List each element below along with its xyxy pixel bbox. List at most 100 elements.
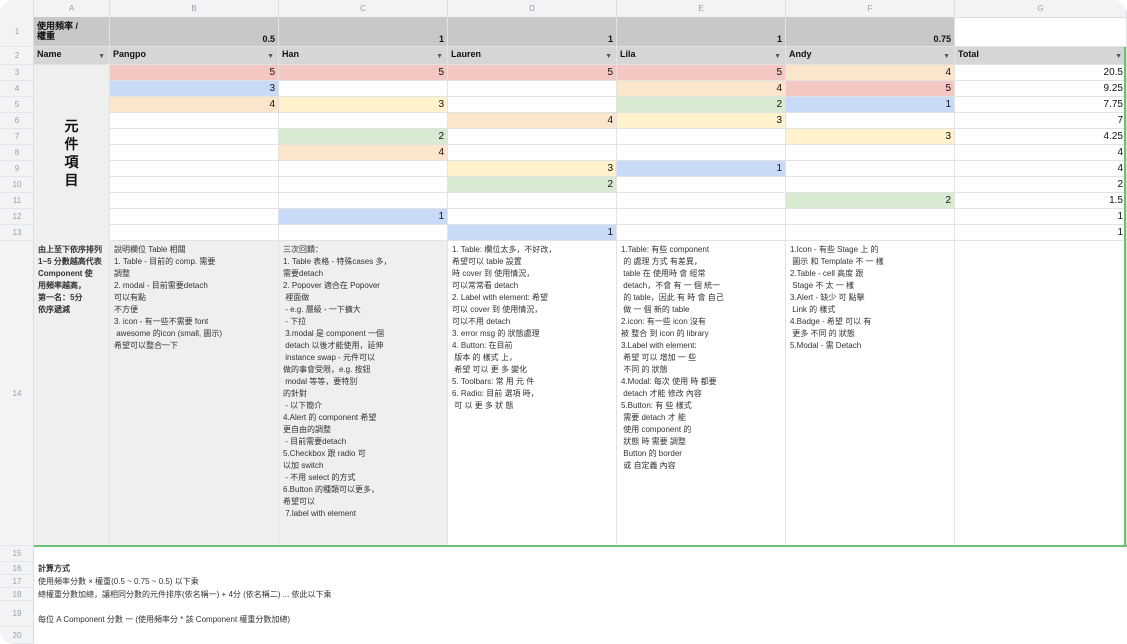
score-cell[interactable]: [110, 129, 279, 145]
row-number[interactable]: 19: [0, 601, 34, 627]
filter-dropdown-icon[interactable]: ▼: [1115, 50, 1122, 64]
row-number[interactable]: 5: [0, 97, 34, 113]
name-header-cell[interactable]: Name ▼: [34, 47, 110, 65]
column-header-b[interactable]: B: [110, 0, 279, 17]
score-cell[interactable]: [279, 193, 448, 209]
score-cell[interactable]: 2: [617, 97, 786, 113]
score-cell[interactable]: [448, 145, 617, 161]
name-header-cell[interactable]: Andy ▼: [786, 47, 955, 65]
footer-line-2[interactable]: 使用頻率分數 × 權重(0.5 ~ 0.75 ~ 0.5) 以下乘: [38, 576, 199, 587]
score-cell[interactable]: [617, 209, 786, 225]
weight-lila[interactable]: 1: [617, 17, 786, 47]
score-cell[interactable]: 3: [110, 81, 279, 97]
score-cell[interactable]: 3: [448, 161, 617, 177]
footer-line-3[interactable]: 總權重分數加總，讓相同分數的元件排序(依名稱一) + 4分 (依名稱二) ...…: [38, 589, 332, 600]
score-cell[interactable]: [448, 97, 617, 113]
filter-dropdown-icon[interactable]: ▼: [943, 50, 950, 64]
column-header-c[interactable]: C: [279, 0, 448, 17]
score-cell[interactable]: 3: [786, 129, 955, 145]
score-cell[interactable]: 5: [448, 65, 617, 81]
total-cell[interactable]: 1: [955, 209, 1127, 225]
score-cell[interactable]: [279, 161, 448, 177]
column-header-f[interactable]: F: [786, 0, 955, 17]
column-header-e[interactable]: E: [617, 0, 786, 17]
score-cell[interactable]: [786, 225, 955, 241]
weight-pangpo[interactable]: 0.5: [110, 17, 279, 47]
total-cell[interactable]: 1: [955, 225, 1127, 241]
filter-dropdown-icon[interactable]: ▼: [267, 50, 274, 64]
select-all-corner[interactable]: [0, 0, 34, 17]
weight-lauren[interactable]: 1: [448, 17, 617, 47]
row-number[interactable]: 3: [0, 65, 34, 81]
score-cell[interactable]: 2: [448, 177, 617, 193]
score-cell[interactable]: [617, 193, 786, 209]
total-cell[interactable]: 7.75: [955, 97, 1127, 113]
footer-line-4[interactable]: 每位 A Component 分數 一 (使用頻率分 * 該 Component…: [38, 614, 290, 625]
category-label[interactable]: 元 件 項 目: [34, 65, 110, 241]
score-cell[interactable]: 1: [448, 225, 617, 241]
score-cell[interactable]: [448, 81, 617, 97]
row-number[interactable]: 18: [0, 588, 34, 601]
row-number[interactable]: 20: [0, 627, 34, 644]
score-cell[interactable]: [786, 161, 955, 177]
filter-dropdown-icon[interactable]: ▼: [436, 50, 443, 64]
score-cell[interactable]: [617, 177, 786, 193]
row-number[interactable]: 13: [0, 225, 34, 241]
score-cell[interactable]: [110, 113, 279, 129]
filter-dropdown-icon[interactable]: ▼: [98, 50, 105, 64]
score-cell[interactable]: [617, 145, 786, 161]
row-number[interactable]: 16: [0, 562, 34, 575]
notes-lauren[interactable]: 1. Table: 欄位太多，不好改， 希望可以 table 設置 時 cove…: [448, 241, 617, 546]
score-cell[interactable]: 1: [786, 97, 955, 113]
total-cell[interactable]: 4: [955, 145, 1127, 161]
name-header-cell[interactable]: Han ▼: [279, 47, 448, 65]
score-cell[interactable]: [786, 209, 955, 225]
score-cell[interactable]: [110, 145, 279, 161]
total-cell[interactable]: 4.25: [955, 129, 1127, 145]
weight-total-empty[interactable]: [955, 17, 1127, 47]
score-cell[interactable]: [448, 129, 617, 145]
score-cell[interactable]: 4: [110, 97, 279, 113]
row-number[interactable]: 1: [0, 17, 34, 47]
notes-pangpo[interactable]: 說明欄位 Table 相關 1. Table - 目前的 comp. 需要 調整…: [110, 241, 279, 546]
name-header-cell[interactable]: Total ▼: [955, 47, 1127, 65]
column-header-g[interactable]: G: [955, 0, 1127, 17]
notes-total-empty[interactable]: [955, 241, 1127, 546]
notes-han[interactable]: 三次回饋： 1. Table 表格 - 特殊cases 多， 需要detach …: [279, 241, 448, 546]
weight-han[interactable]: 1: [279, 17, 448, 47]
notes-lila[interactable]: 1.Table: 有些 component 的 處理 方式 有差異， table…: [617, 241, 786, 546]
name-header-cell[interactable]: Lila ▼: [617, 47, 786, 65]
row-number[interactable]: 9: [0, 161, 34, 177]
row-number[interactable]: 8: [0, 145, 34, 161]
score-cell[interactable]: 5: [110, 65, 279, 81]
score-cell[interactable]: [786, 113, 955, 129]
score-cell[interactable]: [110, 161, 279, 177]
score-cell[interactable]: [617, 225, 786, 241]
row-number[interactable]: 17: [0, 575, 34, 588]
score-cell[interactable]: [279, 225, 448, 241]
score-cell[interactable]: 4: [786, 65, 955, 81]
score-cell[interactable]: [786, 145, 955, 161]
row-number[interactable]: 11: [0, 193, 34, 209]
score-cell[interactable]: 2: [279, 129, 448, 145]
row-number[interactable]: 6: [0, 113, 34, 129]
score-cell[interactable]: 4: [448, 113, 617, 129]
score-cell[interactable]: 3: [617, 113, 786, 129]
score-cell[interactable]: [786, 177, 955, 193]
notes-andy[interactable]: 1.Icon - 有些 Stage 上 的 圖示 和 Template 不 一 …: [786, 241, 955, 546]
filter-dropdown-icon[interactable]: ▼: [774, 50, 781, 64]
column-header-a[interactable]: A: [34, 0, 110, 17]
score-cell[interactable]: [110, 177, 279, 193]
total-cell[interactable]: 20.5: [955, 65, 1127, 81]
total-cell[interactable]: 2: [955, 177, 1127, 193]
column-header-d[interactable]: D: [448, 0, 617, 17]
score-cell[interactable]: [279, 177, 448, 193]
total-cell[interactable]: 4: [955, 161, 1127, 177]
score-cell[interactable]: 2: [786, 193, 955, 209]
row-number[interactable]: 4: [0, 81, 34, 97]
score-cell[interactable]: [617, 129, 786, 145]
total-cell[interactable]: 9.25: [955, 81, 1127, 97]
total-cell[interactable]: 7: [955, 113, 1127, 129]
weight-title-cell[interactable]: 使用頻率 / 權重: [34, 17, 110, 47]
score-cell[interactable]: 4: [279, 145, 448, 161]
